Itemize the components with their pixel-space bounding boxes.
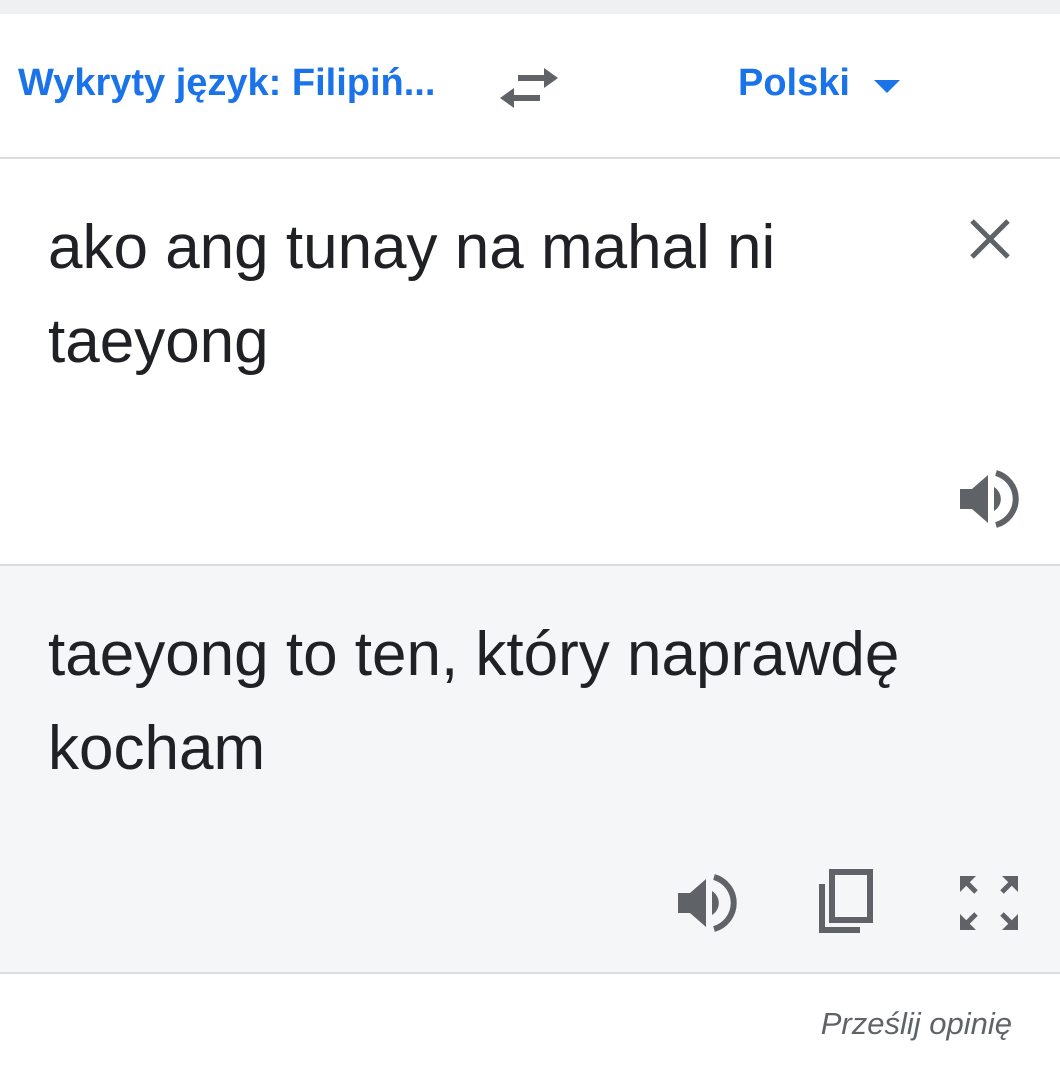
fullscreen-button[interactable] — [956, 872, 1022, 934]
send-feedback-link[interactable]: Prześlij opinię — [821, 1006, 1012, 1042]
copy-icon — [819, 869, 873, 933]
clear-input-button[interactable] — [962, 211, 1018, 267]
source-panel: ako ang tunay na mahal ni taeyong — [0, 159, 1060, 566]
source-text-input[interactable]: ako ang tunay na mahal ni taeyong — [48, 201, 908, 389]
listen-translation-button[interactable] — [672, 871, 742, 935]
language-bar: Wykryty język: Filipiń... Polski — [0, 14, 1060, 159]
footer: Prześlij opinię — [0, 974, 1060, 1071]
close-icon — [970, 219, 1010, 259]
swap-arrows-icon — [500, 68, 558, 108]
copy-translation-button[interactable] — [814, 868, 876, 936]
target-language-button[interactable]: Polski — [738, 62, 900, 105]
fullscreen-icon — [960, 876, 1018, 930]
speaker-icon — [960, 470, 1019, 528]
translation-panel: taeyong to ten, który naprawdę kocham — [0, 566, 1060, 974]
listen-source-button[interactable] — [954, 467, 1024, 531]
top-strip — [0, 0, 1060, 14]
swap-languages-button[interactable] — [492, 60, 568, 116]
caret-down-icon — [873, 80, 900, 93]
translation-text: taeyong to ten, który naprawdę kocham — [48, 620, 900, 783]
speaker-icon — [678, 874, 737, 932]
target-language-label: Polski — [738, 62, 850, 104]
source-language-button[interactable]: Wykryty język: Filipiń... — [18, 62, 435, 105]
